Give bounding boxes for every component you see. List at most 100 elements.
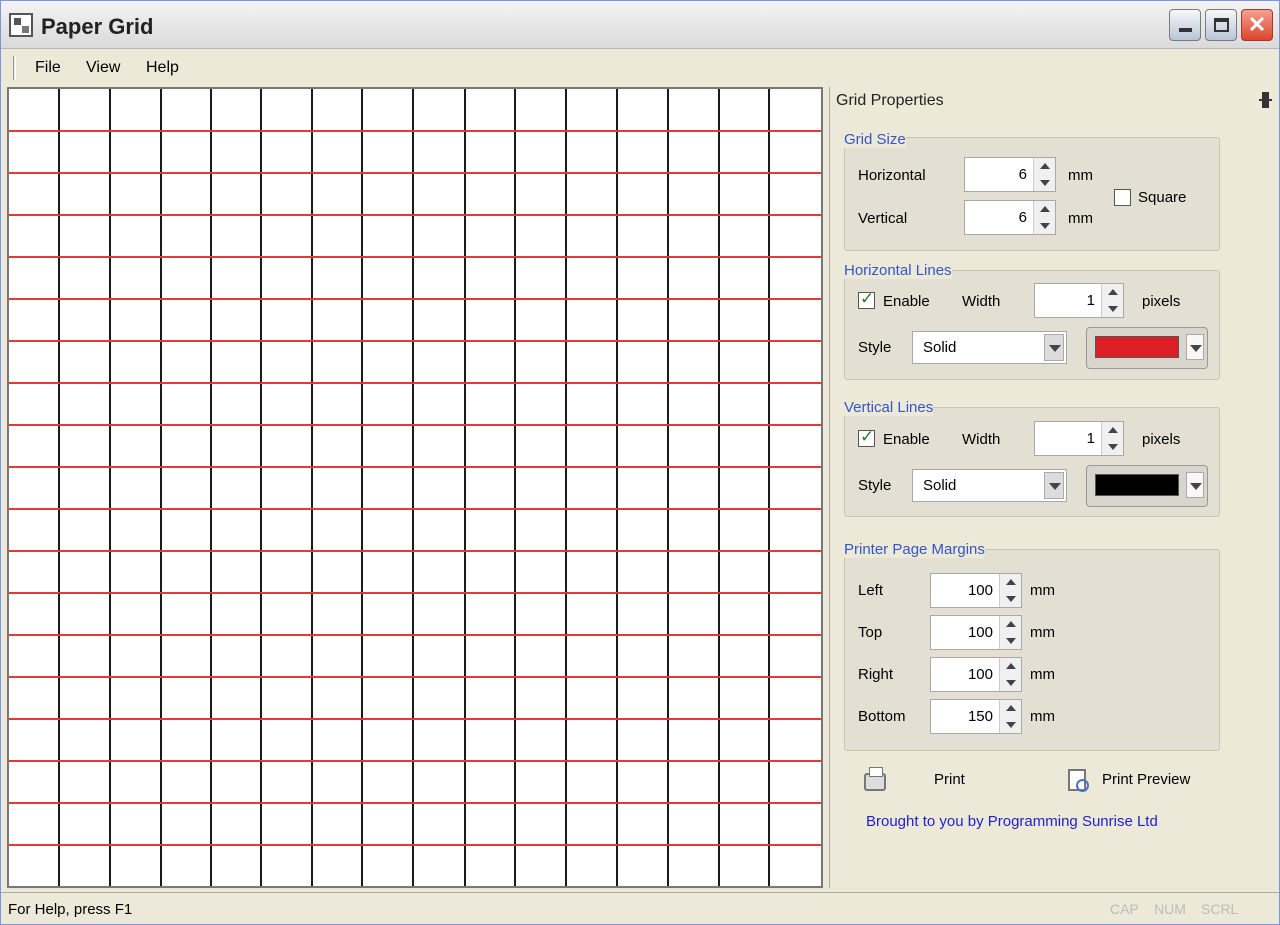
left-margin-label: Left	[858, 582, 884, 599]
margins-title: Printer Page Margins	[844, 541, 985, 558]
chevron-down-icon	[1049, 345, 1061, 352]
horizontal-width-value: 1	[1086, 292, 1095, 309]
up-arrow-icon[interactable]	[1006, 663, 1016, 669]
close-button[interactable]: ✕	[1241, 9, 1273, 41]
bottom-margin-stepper[interactable]	[999, 700, 1021, 733]
horizontal-style-select[interactable]: Solid	[912, 331, 1067, 364]
right-margin-value: 100	[967, 666, 993, 683]
vertical-lines-title: Vertical Lines	[844, 399, 934, 416]
bottom-margin-value: 150	[967, 708, 993, 725]
horizontal-style-dropdown[interactable]	[1044, 334, 1064, 361]
caps-indicator: CAP	[1110, 901, 1139, 917]
vertical-color-swatch[interactable]	[1095, 474, 1179, 496]
bottom-margin-unit: mm	[1030, 708, 1055, 725]
vertical-style-select[interactable]: Solid	[912, 469, 1067, 502]
down-arrow-icon[interactable]	[1040, 223, 1050, 229]
minimize-icon	[1179, 28, 1192, 32]
credit-link[interactable]: Brought to you by Programming Sunrise Lt…	[866, 813, 1158, 830]
horizontal-color-dropdown[interactable]	[1186, 334, 1204, 360]
menu-help[interactable]: Help	[146, 59, 179, 77]
horizontal-style-value: Solid	[923, 339, 957, 356]
down-arrow-icon[interactable]	[1006, 638, 1016, 644]
vertical-unit: mm	[1068, 210, 1093, 227]
horizontal-label: Horizontal	[858, 167, 926, 184]
chevron-down-icon	[1190, 345, 1202, 352]
down-arrow-icon[interactable]	[1108, 444, 1118, 450]
right-margin-stepper[interactable]	[999, 658, 1021, 691]
maximize-button[interactable]	[1205, 9, 1237, 41]
down-arrow-icon[interactable]	[1006, 722, 1016, 728]
print-button[interactable]: Print	[934, 771, 965, 788]
up-arrow-icon[interactable]	[1006, 705, 1016, 711]
horizontal-width-unit: pixels	[1142, 293, 1181, 310]
minimize-button[interactable]	[1169, 9, 1201, 41]
grid-canvas[interactable]	[7, 87, 823, 888]
square-checkbox[interactable]	[1114, 189, 1131, 206]
printer-icon[interactable]	[864, 767, 886, 791]
down-arrow-icon[interactable]	[1006, 680, 1016, 686]
print-preview-button[interactable]: Print Preview	[1102, 771, 1190, 788]
horizontal-spinner[interactable]: 6	[964, 157, 1056, 192]
horizontal-width-spinner[interactable]: 1	[1034, 283, 1124, 318]
num-indicator: NUM	[1154, 901, 1186, 917]
vertical-spinner[interactable]: 6	[964, 200, 1056, 235]
vertical-color-picker[interactable]	[1086, 465, 1208, 507]
top-margin-value: 100	[967, 624, 993, 641]
down-arrow-icon[interactable]	[1040, 180, 1050, 186]
menu-file[interactable]: File	[35, 59, 61, 77]
grid-app-icon	[9, 13, 33, 37]
top-margin-stepper[interactable]	[999, 616, 1021, 649]
up-arrow-icon[interactable]	[1006, 579, 1016, 585]
bottom-margin-spinner[interactable]: 150	[930, 699, 1022, 734]
bottom-margin-label: Bottom	[858, 708, 906, 725]
horizontal-width-stepper[interactable]	[1101, 284, 1123, 317]
horizontal-unit: mm	[1068, 167, 1093, 184]
up-arrow-icon[interactable]	[1006, 621, 1016, 627]
left-margin-value: 100	[967, 582, 993, 599]
horizontal-color-picker[interactable]	[1086, 327, 1208, 369]
vertical-width-label: Width	[962, 431, 1001, 448]
app-window: Paper Grid ✕ File View Help Grid Propert…	[0, 0, 1280, 925]
horizontal-color-swatch[interactable]	[1095, 336, 1179, 358]
menu-grip[interactable]	[13, 56, 16, 80]
top-margin-unit: mm	[1030, 624, 1055, 641]
vertical-stepper[interactable]	[1033, 201, 1055, 234]
scroll-indicator: SCRL	[1201, 901, 1239, 917]
down-arrow-icon[interactable]	[1006, 596, 1016, 602]
window-title: Paper Grid	[41, 14, 154, 39]
grid-properties-panel: Grid Properties Grid Size Horizontal 6 m…	[829, 87, 1279, 888]
maximize-icon	[1214, 18, 1229, 32]
vertical-style-label: Style	[858, 477, 892, 494]
horizontal-stepper[interactable]	[1033, 158, 1055, 191]
status-text: For Help, press F1	[8, 901, 133, 918]
left-margin-stepper[interactable]	[999, 574, 1021, 607]
down-arrow-icon[interactable]	[1108, 306, 1118, 312]
up-arrow-icon[interactable]	[1040, 206, 1050, 212]
up-arrow-icon[interactable]	[1108, 427, 1118, 433]
up-arrow-icon[interactable]	[1040, 163, 1050, 169]
left-margin-unit: mm	[1030, 582, 1055, 599]
horizontal-width-label: Width	[962, 293, 1001, 310]
right-margin-unit: mm	[1030, 666, 1055, 683]
horizontal-lines-title: Horizontal Lines	[844, 262, 952, 279]
top-margin-spinner[interactable]: 100	[930, 615, 1022, 650]
vertical-enable-checkbox[interactable]	[858, 427, 875, 447]
horizontal-enable-label: Enable	[883, 293, 930, 310]
up-arrow-icon[interactable]	[1108, 289, 1118, 295]
menu-view[interactable]: View	[86, 59, 120, 77]
vertical-width-stepper[interactable]	[1101, 422, 1123, 455]
vertical-style-dropdown[interactable]	[1044, 472, 1064, 499]
chevron-down-icon	[1049, 483, 1061, 490]
horizontal-value: 6	[1018, 166, 1027, 183]
grid-svg	[9, 89, 821, 886]
vertical-width-spinner[interactable]: 1	[1034, 421, 1124, 456]
horizontal-style-label: Style	[858, 339, 892, 356]
horizontal-enable-checkbox[interactable]	[858, 289, 875, 309]
pin-icon[interactable]	[1259, 92, 1272, 108]
left-margin-spinner[interactable]: 100	[930, 573, 1022, 608]
print-preview-icon[interactable]	[1068, 769, 1089, 792]
status-bar: For Help, press F1 CAP NUM SCRL	[1, 892, 1279, 924]
title-bar[interactable]: Paper Grid ✕	[1, 1, 1279, 49]
vertical-color-dropdown[interactable]	[1186, 472, 1204, 498]
right-margin-spinner[interactable]: 100	[930, 657, 1022, 692]
